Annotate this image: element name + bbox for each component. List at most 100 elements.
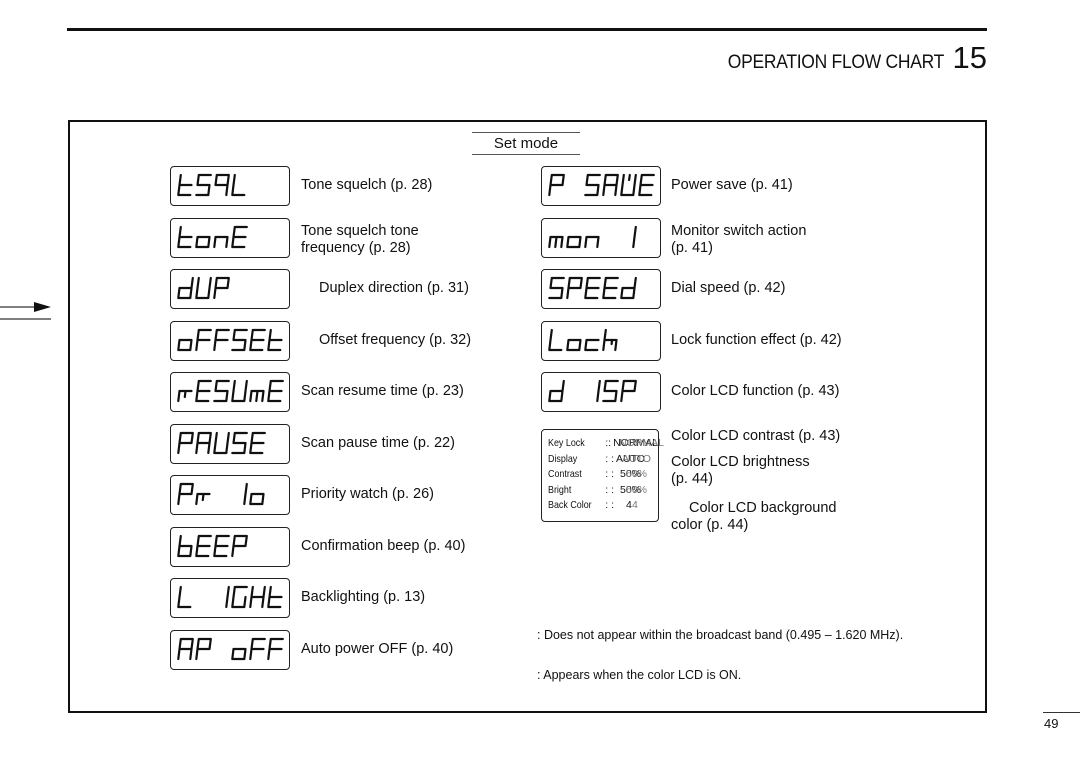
color-lcd-value-ghost: 50% xyxy=(626,468,648,480)
color-lcd-row: Back Color: : 44 xyxy=(548,498,658,514)
lcd-char-F xyxy=(213,328,230,351)
lcd-segment-readout xyxy=(177,637,284,660)
description-line: Confirmation beep (p. 40) xyxy=(301,537,466,554)
description-line: Scan resume time (p. 23) xyxy=(301,383,464,399)
lcd-segment-readout xyxy=(548,173,655,197)
description-line: Color LCD background xyxy=(689,500,837,516)
lcd-char-G xyxy=(231,585,248,609)
setting-description: Scan resume time (p. 23) xyxy=(301,383,464,400)
color-lcd-sep: : : xyxy=(605,468,614,480)
lcd-char-o xyxy=(231,647,247,660)
lcd-char-P xyxy=(566,276,583,300)
lcd-char-E xyxy=(195,534,212,557)
lcd-char-P xyxy=(548,173,565,197)
lcd-segment-readout xyxy=(548,328,618,351)
lcd-display-light xyxy=(170,578,290,618)
lcd-display-moni xyxy=(541,217,661,258)
lcd-char-o xyxy=(249,492,265,506)
lcd-char-E xyxy=(249,328,266,351)
lcd-display-dup xyxy=(170,269,290,309)
description-line: Backlighting (p. 13) xyxy=(301,589,426,605)
lcd-char-L xyxy=(231,173,246,197)
note-text: : Appears when the color LCD is ON. xyxy=(537,668,742,682)
setting-description: Monitor switch action (p. 41) xyxy=(671,223,806,257)
lcd-segment-readout xyxy=(177,431,266,454)
setting-description: Power save (p. 41) xyxy=(671,177,793,194)
lcd-char-P xyxy=(177,431,194,454)
color-lcd-key: Contrast xyxy=(548,468,582,480)
lcd-char-E xyxy=(602,276,619,300)
description-line: Color LCD function (p. 43) xyxy=(671,383,840,399)
color-lcd-value: 50% 50% xyxy=(620,467,647,483)
note-broadcast-band: : Does not appear within the broadcast b… xyxy=(523,626,983,644)
note-text: : Does not appear within the broadcast b… xyxy=(537,628,904,642)
description-line: color (p. 44) xyxy=(671,517,749,533)
color-lcd-value: 50% 50% xyxy=(620,483,647,499)
lcd-char-r xyxy=(195,492,211,506)
lcd-char-d xyxy=(620,276,637,300)
lcd-char-S xyxy=(548,276,565,300)
lcd-segment-readout xyxy=(177,328,283,351)
note-color-lcd: : Appears when the color LCD is ON. xyxy=(523,666,741,684)
lcd-char-t xyxy=(267,328,283,351)
lcd-char-U xyxy=(213,431,230,454)
lcd-char-t xyxy=(267,585,283,609)
lcd-char-P xyxy=(177,482,194,506)
lcd-display-lock xyxy=(541,320,661,361)
lcd-char-n xyxy=(213,235,229,248)
description-line: Offset frequency (p. 32) xyxy=(319,331,472,348)
lcd-char-m xyxy=(548,235,564,248)
setting-description: Color LCD function (p. 43) xyxy=(671,383,839,400)
lcd-display-pause xyxy=(170,423,290,464)
description-line: Dial speed (p. 42) xyxy=(671,280,786,296)
description-line: (p. 44) xyxy=(671,471,713,487)
description-line: Tone squelch tone xyxy=(301,222,419,239)
color-lcd-row: Contrast : : 50% 50% xyxy=(548,467,658,483)
flowchart-frame xyxy=(68,120,987,713)
lcd-char-S xyxy=(231,328,248,351)
lcd-display-beep xyxy=(170,526,290,567)
lcd-char-I xyxy=(225,585,230,609)
lcd-char-o xyxy=(566,235,582,248)
lcd-display-apoff xyxy=(170,629,290,670)
description-line: Monitor switch action xyxy=(671,222,807,239)
lcd-char-V xyxy=(620,173,637,197)
lcd-char-t xyxy=(177,173,193,197)
lcd-char-E xyxy=(195,379,212,403)
lcd-char-L xyxy=(548,328,563,351)
lcd-char-d xyxy=(177,276,194,300)
lcd-segment-readout xyxy=(177,173,246,197)
description-line: Color LCD contrast (p. 43) xyxy=(671,428,841,444)
section-title: OPERATION FLOW CHART xyxy=(728,52,945,73)
setting-description: Tone squelch tone frequency (p. 28) xyxy=(301,223,419,257)
setting-description: Offset frequency (p. 32) xyxy=(319,332,471,349)
color-lcd-sep: : : xyxy=(605,452,614,465)
set-mode-heading: Set mode xyxy=(472,132,580,155)
lcd-char-m xyxy=(249,389,265,403)
lcd-char-E xyxy=(638,173,655,197)
lcd-segment-readout xyxy=(548,379,637,403)
description-line: Scan pause time (p. 22) xyxy=(301,434,455,451)
lcd-char-A xyxy=(177,637,194,660)
lcd-display-speed xyxy=(541,269,661,309)
lcd-char-r xyxy=(177,389,193,403)
lcd-char-I xyxy=(243,482,248,506)
setting-description: Confirmation beep (p. 40) xyxy=(301,538,465,555)
lcd-display-disp xyxy=(541,372,661,412)
color-lcd-value: NORMAL NORMAL xyxy=(613,436,664,452)
color-lcd-description: Color LCD contrast (p. 43) xyxy=(671,428,840,445)
color-lcd-description: Color LCD background color (p. 44) xyxy=(671,500,837,534)
setting-description: Backlighting (p. 13) xyxy=(301,589,425,606)
lcd-char-E xyxy=(267,379,284,403)
lcd-char-H xyxy=(249,585,266,609)
lcd-display-offset xyxy=(170,320,290,361)
lcd-segment-readout xyxy=(177,225,248,248)
lcd-display-tsql xyxy=(170,166,290,206)
description-line: Priority watch (p. 26) xyxy=(301,486,434,502)
color-lcd-value-ghost: NORMAL xyxy=(619,437,664,449)
lcd-char-L xyxy=(177,585,192,609)
page-number: 49 xyxy=(1044,716,1059,731)
lcd-char-I xyxy=(632,225,637,248)
lcd-char-E xyxy=(213,534,230,557)
page-header: OPERATION FLOW CHART 15 xyxy=(709,40,987,76)
